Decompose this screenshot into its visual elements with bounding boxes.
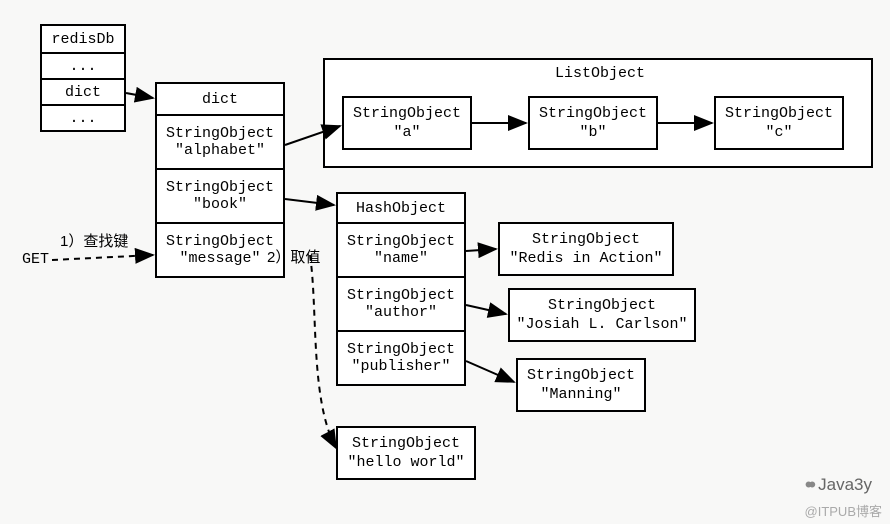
- hashobject-title: HashObject: [336, 192, 466, 224]
- watermark-itpub: @ITPUB博客: [805, 501, 882, 520]
- message-value-value: "hello world": [347, 453, 464, 473]
- hash-key-publisher: StringObject "publisher": [336, 332, 466, 386]
- dict-key-value: "message": [179, 250, 260, 267]
- list-item-type: StringObject: [539, 104, 647, 124]
- hash-val-value: "Josiah L. Carlson": [516, 315, 687, 335]
- dict-key-type: StringObject: [166, 233, 274, 250]
- step1-label: 1）查找键: [60, 230, 128, 251]
- list-item-a: StringObject "a": [342, 96, 472, 150]
- message-value-type: StringObject: [352, 434, 460, 454]
- hash-val-type: StringObject: [548, 296, 656, 316]
- hash-key-name: StringObject "name": [336, 224, 466, 278]
- list-item-b: StringObject "b": [528, 96, 658, 150]
- hash-key-type: StringObject: [347, 287, 455, 304]
- hash-key-type: StringObject: [347, 341, 455, 358]
- redisdb-cell: ...: [40, 54, 126, 80]
- hash-val-josiah: StringObject "Josiah L. Carlson": [508, 288, 696, 342]
- hash-val-type: StringObject: [527, 366, 635, 386]
- list-item-type: StringObject: [725, 104, 833, 124]
- list-item-value: "b": [579, 123, 606, 143]
- hash-key-value: "author": [365, 304, 437, 321]
- list-item-value: "c": [765, 123, 792, 143]
- redisdb-cell-dict: dict: [40, 80, 126, 106]
- step2-label: 2）取值: [267, 246, 320, 267]
- dict-key-alphabet: StringObject "alphabet": [155, 116, 285, 170]
- redisdb-title: redisDb: [40, 24, 126, 54]
- get-label: GET: [22, 251, 49, 268]
- hash-key-author: StringObject "author": [336, 278, 466, 332]
- dict-key-type: StringObject: [166, 125, 274, 142]
- dict-title: dict: [155, 82, 285, 116]
- dict-key-book: StringObject "book": [155, 170, 285, 224]
- hash-key-value: "name": [374, 250, 428, 267]
- dict-key-value: "alphabet": [175, 142, 265, 159]
- list-item-type: StringObject: [353, 104, 461, 124]
- hash-val-manning: StringObject "Manning": [516, 358, 646, 412]
- hash-val-redis-in-action: StringObject "Redis in Action": [498, 222, 674, 276]
- listobject-title: ListObject: [337, 64, 863, 86]
- hash-val-value: "Manning": [540, 385, 621, 405]
- watermark-java3y-text: Java3y: [818, 475, 872, 495]
- list-item-c: StringObject "c": [714, 96, 844, 150]
- watermark-java3y: •• Java3y: [805, 472, 872, 498]
- hash-key-value: "publisher": [351, 358, 450, 375]
- message-value-box: StringObject "hello world": [336, 426, 476, 480]
- hash-val-value: "Redis in Action": [509, 249, 662, 269]
- dict-key-type: StringObject: [166, 179, 274, 196]
- hash-val-type: StringObject: [532, 230, 640, 250]
- dict-key-value: "book": [193, 196, 247, 213]
- watermark-logo-icon: ••: [805, 472, 812, 498]
- redisdb-cell: ...: [40, 106, 126, 132]
- dict-key-message: StringObject "message": [155, 224, 285, 278]
- list-item-value: "a": [393, 123, 420, 143]
- hash-key-type: StringObject: [347, 233, 455, 250]
